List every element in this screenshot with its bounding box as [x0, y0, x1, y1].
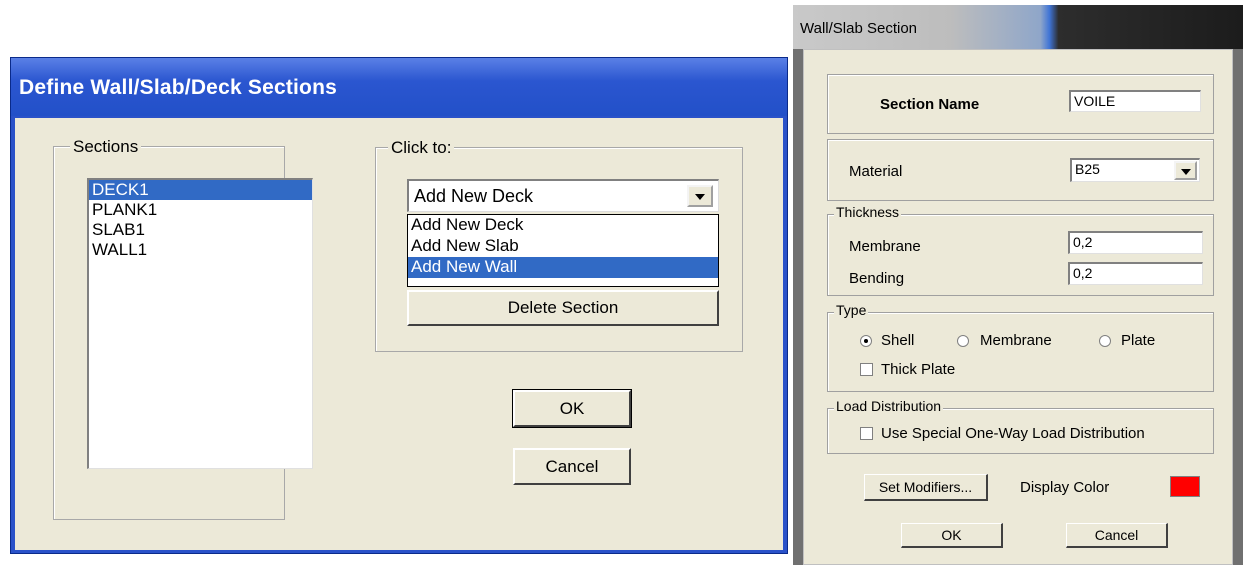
dropdown-item-add-slab[interactable]: Add New Slab — [408, 236, 718, 257]
list-item-wall1[interactable]: WALL1 — [89, 240, 312, 260]
sections-listbox[interactable]: DECK1 PLANK1 SLAB1 WALL1 — [87, 178, 313, 469]
material-select-value: B25 — [1075, 161, 1100, 177]
load-distribution-group-label: Load Distribution — [834, 398, 944, 414]
dialog-client: Sections DECK1 PLANK1 SLAB1 WALL1 Click … — [15, 118, 783, 550]
bending-thickness-input[interactable]: 0,2 — [1068, 262, 1203, 285]
list-item-slab1[interactable]: SLAB1 — [89, 220, 312, 240]
chevron-down-icon[interactable] — [687, 185, 713, 207]
dropdown-item-add-wall[interactable]: Add New Wall — [408, 257, 718, 278]
dialog-title: Wall/Slab Section — [800, 20, 917, 37]
title-bar[interactable]: Define Wall/Slab/Deck Sections — [11, 58, 787, 116]
one-way-load-label: Use Special One-Way Load Distribution — [881, 425, 1145, 442]
set-modifiers-button[interactable]: Set Modifiers... — [864, 474, 988, 501]
section-name-label: Section Name — [880, 96, 980, 113]
list-item-plank1[interactable]: PLANK1 — [89, 200, 312, 220]
material-label: Material — [849, 163, 903, 180]
material-select[interactable]: B25 — [1070, 158, 1200, 182]
type-group — [827, 312, 1214, 392]
thick-plate-label: Thick Plate — [881, 361, 956, 378]
radio-shell[interactable] — [860, 335, 872, 347]
one-way-load-checkbox[interactable] — [860, 427, 873, 440]
section-name-input[interactable]: VOILE — [1069, 90, 1201, 112]
membrane-thickness-input[interactable]: 0,2 — [1068, 231, 1203, 254]
display-color-label: Display Color — [1020, 479, 1110, 496]
wall-slab-section-dialog: Wall/Slab Section Section Name VOILE Mat… — [793, 5, 1243, 565]
add-section-combo[interactable]: Add New Deck — [407, 179, 719, 212]
display-color-swatch[interactable] — [1170, 476, 1200, 497]
type-group-label: Type — [834, 302, 869, 318]
title-bar[interactable]: Wall/Slab Section — [793, 5, 1243, 49]
radio-plate[interactable] — [1099, 335, 1111, 347]
radio-membrane[interactable] — [957, 335, 969, 347]
delete-section-button[interactable]: Delete Section — [407, 290, 719, 326]
ok-button[interactable]: OK — [901, 523, 1003, 548]
radio-plate-label: Plate — [1121, 332, 1156, 349]
dialog-client: Section Name VOILE Material B25 Thicknes… — [803, 49, 1233, 565]
radio-membrane-label: Membrane — [980, 332, 1052, 349]
add-section-combo-value: Add New Deck — [414, 186, 534, 206]
cancel-button[interactable]: Cancel — [513, 448, 631, 485]
cancel-button[interactable]: Cancel — [1066, 523, 1168, 548]
dropdown-item-add-deck[interactable]: Add New Deck — [408, 215, 718, 236]
chevron-down-icon[interactable] — [1174, 161, 1197, 180]
radio-shell-label: Shell — [881, 332, 915, 349]
thick-plate-checkbox[interactable] — [860, 363, 873, 376]
bending-label: Bending — [849, 270, 905, 287]
list-item-deck1[interactable]: DECK1 — [89, 180, 312, 200]
ok-button[interactable]: OK — [512, 389, 632, 428]
membrane-label: Membrane — [849, 238, 921, 255]
click-to-group-label: Click to: — [388, 138, 455, 158]
sections-group-label: Sections — [70, 137, 142, 157]
define-sections-dialog: Define Wall/Slab/Deck Sections Sections … — [10, 57, 788, 554]
thickness-group-label: Thickness — [834, 204, 902, 220]
dialog-title: Define Wall/Slab/Deck Sections — [19, 76, 337, 99]
add-section-dropdown[interactable]: Add New Deck Add New Slab Add New Wall — [407, 214, 719, 287]
